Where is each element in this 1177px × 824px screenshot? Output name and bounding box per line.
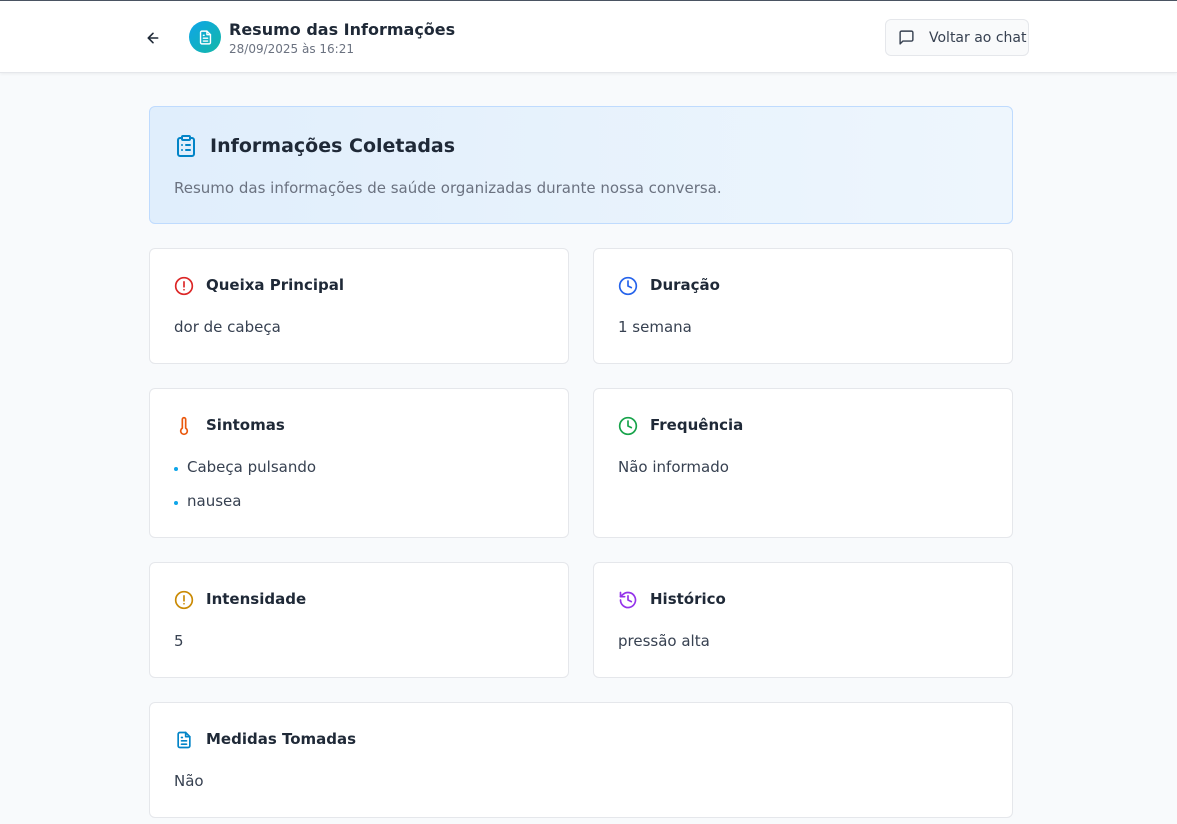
clipboard-list-icon xyxy=(177,135,195,157)
alert-circle-icon xyxy=(174,590,194,610)
list-item: Cabeça pulsando xyxy=(174,458,316,492)
app-logo xyxy=(189,21,221,53)
document-icon xyxy=(177,731,191,749)
page-title: Resumo das Informações xyxy=(229,20,456,39)
symptom-text: nausea xyxy=(187,492,242,510)
document-icon xyxy=(199,29,211,45)
message-square-icon xyxy=(899,30,914,45)
history-icon xyxy=(619,591,637,609)
card-title: Frequência xyxy=(650,416,744,434)
card-value: Não xyxy=(174,772,204,790)
card-title: Duração xyxy=(650,276,720,294)
symptoms-list: Cabeça pulsando nausea xyxy=(174,458,316,526)
card-value: 5 xyxy=(174,632,184,650)
page-timestamp: 28/09/2025 às 16:21 xyxy=(229,42,354,56)
card-historico: Histórico pressão alta xyxy=(593,562,1013,678)
card-queixa-principal: Queixa Principal dor de cabeça xyxy=(149,248,569,364)
card-sintomas: Sintomas Cabeça pulsando nausea xyxy=(149,388,569,538)
list-item: nausea xyxy=(174,492,316,526)
arrow-left-icon xyxy=(147,32,159,44)
card-title: Queixa Principal xyxy=(206,276,345,294)
intro-panel: Informações Coletadas Resumo das informa… xyxy=(149,106,1013,224)
bullet-dot xyxy=(174,501,178,505)
back-button[interactable] xyxy=(142,27,164,49)
symptom-text: Cabeça pulsando xyxy=(187,458,317,476)
intro-description: Resumo das informações de saúde organiza… xyxy=(174,179,722,197)
card-value: pressão alta xyxy=(618,632,710,650)
thermometer-icon xyxy=(179,416,189,436)
back-to-chat-button[interactable]: Voltar ao chat xyxy=(885,19,1029,56)
bullet-dot xyxy=(174,467,178,471)
card-title: Intensidade xyxy=(206,590,307,608)
card-title: Histórico xyxy=(650,590,726,608)
card-value: 1 semana xyxy=(618,318,692,336)
intro-title: Informações Coletadas xyxy=(210,135,456,157)
card-medidas-tomadas: Medidas Tomadas Não xyxy=(149,702,1013,818)
card-value: Não informado xyxy=(618,458,729,476)
card-title: Sintomas xyxy=(206,416,285,434)
card-intensidade: Intensidade 5 xyxy=(149,562,569,678)
card-frequencia: Frequência Não informado xyxy=(593,388,1013,538)
clock-icon xyxy=(618,276,638,296)
card-title: Medidas Tomadas xyxy=(206,730,357,748)
top-header: Resumo das Informações 28/09/2025 às 16:… xyxy=(0,1,1177,73)
alert-circle-icon xyxy=(174,276,194,296)
clock-icon xyxy=(618,416,638,436)
card-duracao: Duração 1 semana xyxy=(593,248,1013,364)
back-to-chat-label: Voltar ao chat xyxy=(929,29,1027,46)
card-value: dor de cabeça xyxy=(174,318,281,336)
